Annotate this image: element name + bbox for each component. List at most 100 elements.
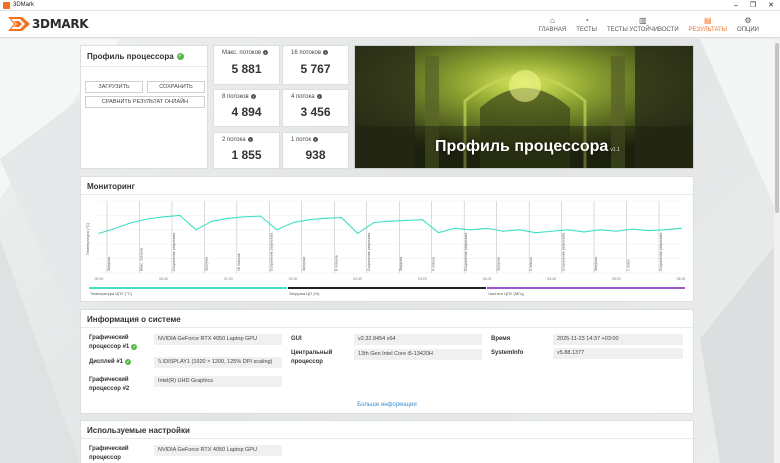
temperature-point — [195, 229, 197, 231]
score-value: 4 894 — [231, 105, 262, 119]
temperature-point — [502, 230, 504, 232]
window-controls: – ❐ ✕ — [734, 0, 774, 11]
legend-label-cpu-load: Загрузка ЦП (%) — [289, 291, 320, 296]
score-tile-1-thread: 1 поток i 938 — [282, 132, 349, 169]
temperature-point — [583, 231, 585, 233]
load-button[interactable]: ЗАГРУЗИТЬ — [85, 81, 143, 93]
nav-home[interactable]: ⌂ ГЛАВНАЯ — [534, 11, 572, 38]
more-info-link[interactable]: Больше информации — [81, 402, 693, 408]
temperature-point — [340, 216, 343, 219]
marker-label: 2 потока — [529, 257, 533, 271]
close-icon[interactable]: ✕ — [768, 0, 774, 11]
temperature-point — [631, 228, 634, 230]
score-label: 4 потока i — [291, 94, 322, 100]
temperature-point — [227, 217, 229, 219]
info-icon: i — [250, 94, 256, 99]
temperature-point — [437, 232, 440, 234]
gui-value: v2.32.8454 s64 — [354, 334, 482, 345]
score-tile-4-threads: 4 потока i 3 456 — [282, 89, 349, 127]
x-tick-label: 02:40 — [353, 277, 362, 281]
temperature-point — [664, 229, 666, 231]
score-value: 938 — [305, 148, 326, 162]
settings-gpu-label: Графический процессор — [89, 446, 129, 461]
check-icon: ✓ — [131, 344, 138, 350]
gear-icon: ⚙ — [744, 16, 752, 25]
cpu-label: Центральный процессор — [291, 350, 333, 365]
window-title-bar: 3DMark – ❐ ✕ — [0, 0, 780, 11]
monitoring-chart[interactable]: Температура (°C) 00:00 00:40 01:20 02:00 02:4… — [81, 195, 695, 299]
temperature-point — [551, 230, 553, 232]
main-nav: ⌂ ГЛАВНАЯ ◔ ТЕСТЫ ▥ ТЕСТЫ УСТОЙЧИВОСТИ ▤… — [534, 11, 764, 38]
temperature-point — [567, 229, 569, 231]
maximize-icon[interactable]: ❐ — [750, 0, 756, 11]
gauge-icon: ◔ — [584, 16, 590, 25]
monitoring-card: Мониторинг Температура (°C) 00:00 00:40 01:… — [80, 176, 694, 302]
temperature-point — [243, 216, 246, 218]
nav-results[interactable]: ▤ РЕЗУЛЬТАТЫ — [684, 11, 732, 38]
results-chart-icon: ▤ — [704, 16, 712, 25]
time-value: 2025-11-23 14:37 +03:00 — [553, 334, 683, 345]
save-button[interactable]: СОХРАНИТЬ — [147, 81, 205, 93]
x-tick-label: 03:20 — [418, 277, 427, 281]
temperature-point — [518, 229, 520, 231]
temperature-point — [389, 220, 391, 222]
gpu2-label: Графический процессор #2 — [89, 377, 130, 392]
marker-label: Загрузка — [399, 257, 403, 271]
marker-label: Сохранение результата — [172, 233, 176, 271]
nav-options-label: ОПЦИИ — [736, 27, 759, 33]
nav-home-label: ГЛАВНАЯ — [538, 27, 567, 33]
bars-chart-icon: ▥ — [639, 16, 647, 25]
marker-label: 8 потоков — [334, 255, 338, 271]
compare-online-button[interactable]: СРАВНИТЬ РЕЗУЛЬТАТ ОНЛАЙН — [85, 96, 205, 108]
marker-label: 4 потока — [432, 257, 436, 271]
page-scrollbar[interactable] — [774, 39, 780, 463]
temperature-point — [615, 230, 617, 232]
marker-label: Загрузка — [302, 257, 306, 271]
display-value: \\.\DISPLAY1 (1920 × 1200, 125% DPI scal… — [154, 357, 282, 368]
score-label: 1 поток i — [291, 137, 319, 143]
temperature-point — [648, 229, 650, 232]
divider — [81, 327, 693, 328]
x-tick-label: 04:00 — [483, 277, 492, 281]
x-tick-label: 04:40 — [547, 277, 556, 281]
gpu1-label: Графический процессор #1 ✓ — [89, 335, 138, 350]
score-value: 3 456 — [300, 105, 331, 119]
nav-tests[interactable]: ◔ ТЕСТЫ — [571, 11, 602, 38]
marker-label: Сохранение результата — [464, 233, 468, 271]
nav-options[interactable]: ⚙ ОПЦИИ — [732, 11, 764, 38]
temperature-point — [114, 227, 116, 229]
temperature-point — [357, 232, 359, 234]
window-title: 3DMark — [13, 2, 35, 8]
marker-label: 1 поток — [627, 259, 631, 271]
home-icon: ⌂ — [550, 16, 555, 25]
check-icon: ✓ — [125, 359, 132, 365]
marker-label: Сохранение результата — [659, 233, 663, 271]
score-value: 5 881 — [231, 62, 262, 76]
x-tick-label: 00:40 — [159, 277, 168, 281]
hero-banner: Профиль процессора v1.1 — [354, 45, 694, 169]
app-logo[interactable]: 3DMARK — [8, 17, 89, 31]
score-tile-8-threads: 8 потоков i 4 894 — [213, 89, 280, 127]
minimize-icon[interactable]: – — [734, 0, 738, 11]
logo-text: 3DMARK — [32, 17, 89, 31]
hero-title: Профиль процессора v1.1 — [435, 138, 620, 155]
temperature-point — [308, 219, 310, 221]
app-icon — [3, 1, 10, 9]
nav-tests-label: ТЕСТЫ — [576, 27, 597, 33]
scrollbar-thumb[interactable] — [775, 43, 779, 213]
app-header: 3DMARK ⌂ ГЛАВНАЯ ◔ ТЕСТЫ ▥ ТЕСТЫ УСТОЙЧИ… — [0, 11, 780, 38]
score-label: 16 потоков i — [291, 50, 329, 56]
marker-label: Загрузка — [497, 257, 501, 271]
marker-label: Загрузка — [107, 257, 111, 271]
system-info-card: Информация о системе Графический процесс… — [80, 309, 694, 414]
score-tile-16-threads: 16 потоков i 5 767 — [282, 45, 349, 85]
marker-label: Сохранение результата — [367, 233, 371, 271]
temperature-point — [211, 220, 213, 222]
gui-label: GUI — [291, 336, 302, 342]
temperature-point — [680, 227, 682, 229]
nav-results-label: РЕЗУЛЬТАТЫ — [688, 27, 727, 33]
check-icon: ✓ — [176, 53, 184, 60]
x-tick-label: 06:00 — [677, 277, 686, 281]
gpu2-value: Intel(R) UHD Graphics — [154, 376, 282, 387]
nav-stress-tests[interactable]: ▥ ТЕСТЫ УСТОЙЧИВОСТИ — [602, 11, 684, 38]
